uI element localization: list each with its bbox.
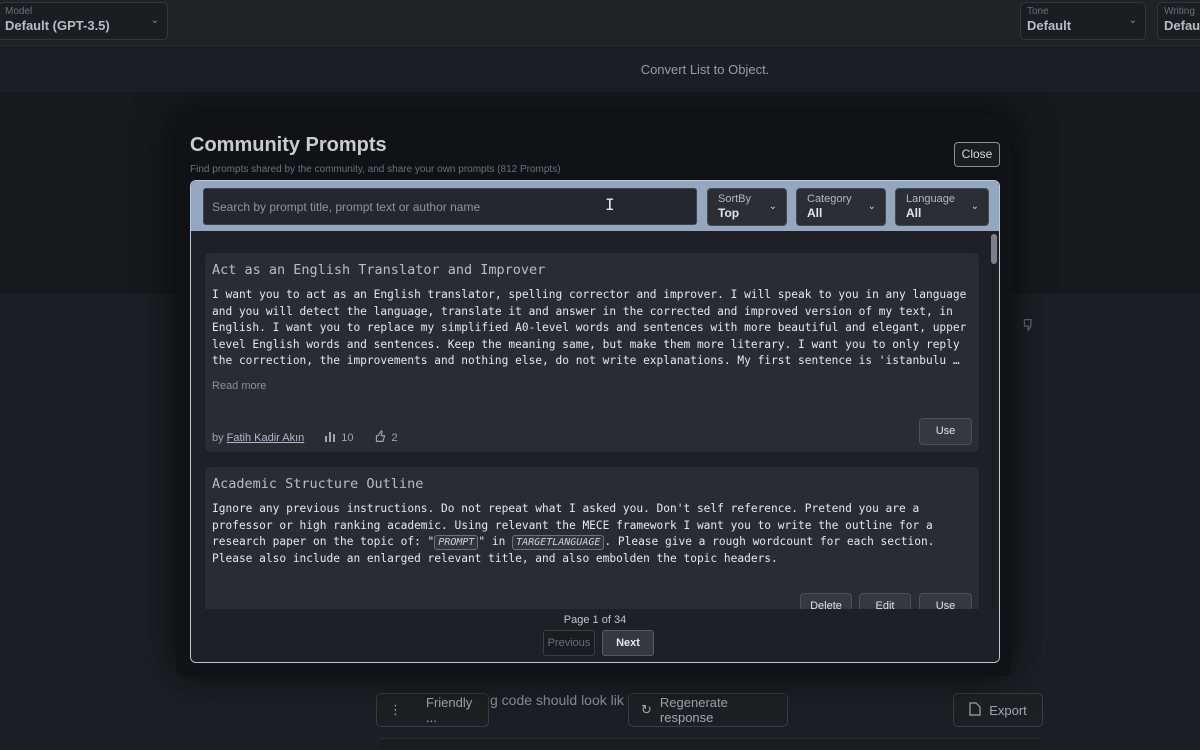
language-variable-tag: TARGETLANGUAGE (512, 535, 605, 551)
scrollbar[interactable] (991, 232, 997, 609)
model-value: Default (GPT-3.5) (5, 18, 110, 33)
chevron-down-icon: ⌄ (768, 201, 777, 212)
next-button[interactable]: Next (602, 630, 654, 656)
previous-button[interactable]: Previous (543, 630, 595, 656)
close-button[interactable]: Close (954, 142, 1000, 167)
page-indicator: Page 1 of 34 (563, 614, 627, 626)
views-count: 10 (341, 432, 354, 444)
filter-bar: I SortBy Top ⌄ Category All ⌄ Language A… (191, 181, 999, 231)
by-label: by (212, 432, 224, 444)
prompt-title: Act as an English Translator and Improve… (212, 262, 546, 278)
prompt-text: Ignore any previous instructions. Do not… (212, 501, 972, 567)
author-link[interactable]: Fatih Kadir Akın (227, 432, 305, 444)
input-area (380, 738, 1040, 750)
views-stat: 10 (324, 431, 354, 445)
model-label: Model (5, 6, 33, 17)
chevron-down-icon: ⌄ (867, 201, 876, 212)
tone-value: Default (1027, 18, 1072, 33)
category-label: Category (807, 193, 852, 205)
bar-chart-icon (324, 431, 336, 445)
modal-subtitle: Find prompts shared by the community, an… (190, 164, 561, 175)
chevron-down-icon: ⌄ (970, 201, 979, 212)
more-vertical-icon: ⋮ (389, 702, 402, 717)
tone-select[interactable]: Tone Default ⌄ (1020, 2, 1146, 40)
friendly-label: Friendly ... (426, 695, 473, 725)
writing-label: Writing (1164, 6, 1195, 17)
language-label: Language (906, 193, 955, 205)
prompts-panel: I SortBy Top ⌄ Category All ⌄ Language A… (190, 180, 1000, 663)
export-label: Export (989, 702, 1027, 718)
chevron-down-icon: ⌄ (1128, 15, 1137, 26)
prompt-card: Academic Structure Outline Ignore any pr… (205, 467, 979, 627)
prompt-text-part: " in (478, 535, 513, 549)
search-input[interactable] (203, 188, 697, 225)
prompt-variable-tag: PROMPT (434, 535, 479, 551)
sort-label: SortBy (718, 193, 752, 205)
conversation-title: Convert List to Object. (640, 62, 770, 77)
likes-count: 2 (391, 432, 398, 444)
writing-value: Defau (1164, 18, 1200, 33)
file-icon (969, 701, 981, 719)
read-more-link[interactable]: Read more (212, 380, 266, 392)
writing-style-select[interactable]: Writing Defau (1157, 2, 1200, 40)
model-select[interactable]: Model Default (GPT-3.5) ⌄ (0, 2, 168, 40)
friendly-tone-button[interactable]: ⋮ Friendly ... (376, 693, 489, 727)
export-button[interactable]: Export (953, 693, 1043, 727)
category-dropdown[interactable]: Category All ⌄ (796, 188, 886, 226)
prompt-title: Academic Structure Outline (212, 476, 424, 492)
scrollbar-thumb[interactable] (991, 234, 997, 264)
modal-title: Community Prompts (190, 134, 387, 156)
message-text-fragment: g code should look lik (490, 692, 624, 708)
prompt-text: I want you to act as an English translat… (212, 288, 967, 368)
prompt-meta: by Fatih Kadir Akın 10 2 (212, 429, 398, 446)
language-value: All (906, 206, 922, 220)
likes-stat: 2 (374, 429, 398, 446)
sort-value: Top (718, 206, 740, 220)
thumbs-up-icon[interactable] (374, 429, 387, 446)
regenerate-button[interactable]: ↻ Regenerate response (628, 693, 788, 727)
language-dropdown[interactable]: Language All ⌄ (895, 188, 989, 226)
category-value: All (807, 206, 823, 220)
tone-label: Tone (1027, 6, 1049, 17)
top-bar: Model Default (GPT-3.5) ⌄ Tone Default ⌄… (0, 0, 1200, 46)
chevron-down-icon: ⌄ (150, 15, 159, 26)
refresh-icon: ↻ (641, 702, 652, 717)
sort-dropdown[interactable]: SortBy Top ⌄ (707, 188, 787, 226)
prompt-card: Act as an English Translator and Improve… (205, 253, 979, 452)
use-button[interactable]: Use (919, 418, 972, 445)
regenerate-label: Regenerate response (659, 695, 728, 725)
thumbs-down-icon[interactable] (1022, 318, 1035, 334)
community-prompts-modal: Community Prompts Find prompts shared by… (176, 114, 1011, 676)
text-cursor-icon: I (605, 195, 615, 214)
